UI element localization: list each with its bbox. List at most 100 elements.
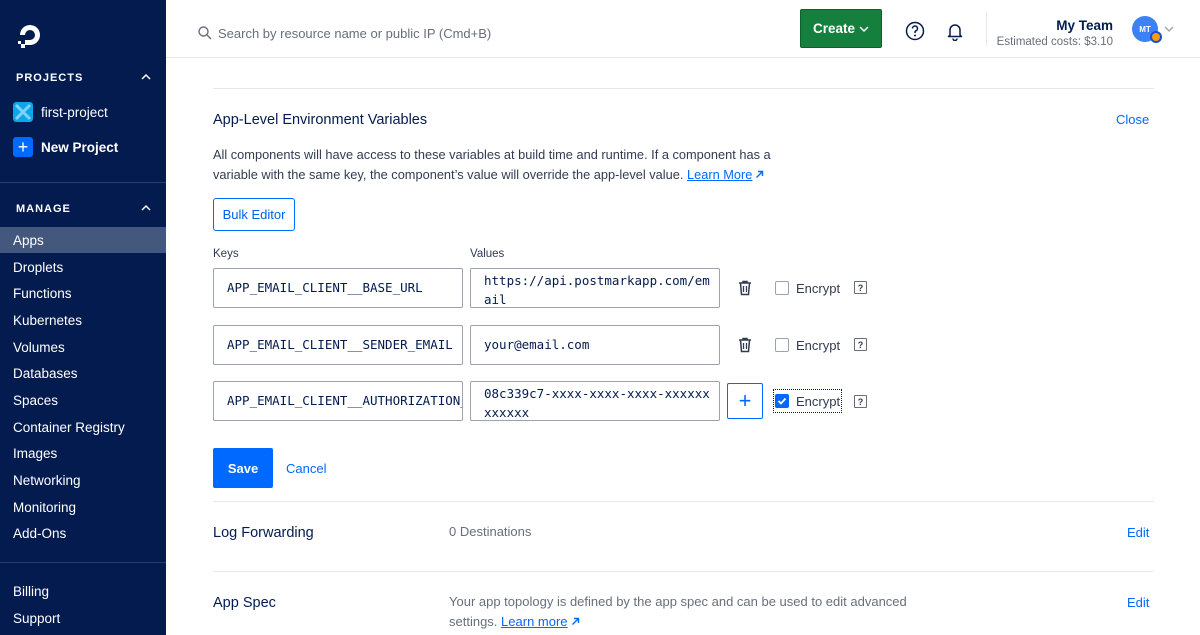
env-section-title: App-Level Environment Variables <box>213 112 428 128</box>
checkbox-box[interactable] <box>775 338 789 352</box>
header-divider <box>986 12 987 46</box>
projects-header: PROJECTS <box>16 72 84 84</box>
estimated-costs: Estimated costs: $3.10 <box>996 36 1113 48</box>
encrypt-checkbox[interactable]: Encrypt <box>775 335 840 355</box>
help-tooltip-icon[interactable]: ? <box>854 395 867 408</box>
new-project-button[interactable]: + New Project <box>13 136 118 158</box>
sidebar-item-label: Volumes <box>13 339 65 355</box>
env-value-input[interactable]: https://api.postmarkapp.com/email <box>470 268 720 308</box>
env-key-input[interactable]: APP_EMAIL_CLIENT__BASE_URL <box>213 268 463 308</box>
log-forwarding-edit-link[interactable]: Edit <box>1127 525 1149 540</box>
env-key-input[interactable]: APP_EMAIL_CLIENT__SENDER_EMAIL <box>213 325 463 365</box>
sidebar-item-images[interactable]: Images <box>0 440 166 466</box>
help-tooltip-icon[interactable]: ? <box>854 338 867 351</box>
external-link-icon <box>571 617 579 625</box>
sidebar-item-label: Apps <box>13 232 44 248</box>
values-label: Values <box>470 248 505 260</box>
digitalocean-logo-icon[interactable] <box>15 20 45 50</box>
search-icon <box>198 26 212 40</box>
sidebar-item-label: Functions <box>13 285 72 301</box>
sidebar-item-label: Billing <box>13 583 50 599</box>
bulk-editor-button[interactable]: Bulk Editor <box>213 198 295 231</box>
sidebar-item-add-ons[interactable]: Add-Ons <box>0 520 166 546</box>
env-value-input[interactable]: your@email.com <box>470 325 720 365</box>
sidebar-item-apps[interactable]: Apps <box>0 227 166 253</box>
create-button-label: Create <box>812 21 856 36</box>
chevron-up-icon[interactable] <box>140 71 152 83</box>
search-input[interactable] <box>218 20 738 46</box>
encrypt-checkbox[interactable]: Encrypt <box>772 389 843 413</box>
sidebar-item-label: Droplets <box>13 259 64 275</box>
log-forwarding-value: 0 Destinations <box>449 524 532 539</box>
keys-label: Keys <box>213 248 239 260</box>
manage-header: MANAGE <box>16 203 71 215</box>
trash-icon[interactable] <box>738 280 752 296</box>
trash-icon[interactable] <box>738 337 752 353</box>
save-button[interactable]: Save <box>213 448 273 488</box>
sidebar-item-label: Spaces <box>13 392 59 408</box>
sidebar-item-volumes[interactable]: Volumes <box>0 334 166 360</box>
section-divider <box>213 88 1154 89</box>
sidebar-item-billing[interactable]: Billing <box>0 578 166 604</box>
project-icon <box>13 102 33 122</box>
create-button[interactable]: Create <box>800 9 882 48</box>
close-link[interactable]: Close <box>1116 112 1149 127</box>
learn-more-label: Learn more <box>501 613 568 629</box>
team-name[interactable]: My Team <box>1056 18 1113 33</box>
sidebar-item-label: New Project <box>41 139 119 155</box>
encrypt-label: Encrypt <box>796 337 841 353</box>
learn-more-link[interactable]: Learn More <box>687 167 752 182</box>
sidebar-item-kubernetes[interactable]: Kubernetes <box>0 307 166 333</box>
learn-more-label: Learn More <box>686 166 753 182</box>
sidebar-divider <box>0 182 166 183</box>
env-key-input[interactable]: APP_EMAIL_CLIENT__AUTHORIZATION_TOKEN <box>213 381 463 421</box>
sidebar-item-networking[interactable]: Networking <box>0 467 166 493</box>
sidebar-item-support[interactable]: Support <box>0 605 166 631</box>
encrypt-checkbox[interactable]: Encrypt <box>775 278 840 298</box>
chevron-down-icon <box>859 25 869 32</box>
app-spec-description: Your app topology is defined by the app … <box>449 592 929 631</box>
sidebar-item-droplets[interactable]: Droplets <box>0 254 166 280</box>
sidebar-item-label: Networking <box>13 472 81 488</box>
checkbox-box[interactable] <box>775 281 789 295</box>
section-divider <box>213 501 1154 502</box>
app-spec-learn-more-link[interactable]: Learn more <box>501 614 567 629</box>
chevron-down-icon[interactable] <box>1164 24 1174 34</box>
help-tooltip-icon[interactable]: ? <box>854 281 867 294</box>
sidebar-item-container-registry[interactable]: Container Registry <box>0 414 166 440</box>
app-spec-edit-link[interactable]: Edit <box>1127 595 1149 610</box>
sidebar: PROJECTS first-project + New Project MAN… <box>0 0 166 635</box>
sidebar-item-label: Databases <box>13 365 78 381</box>
sidebar-item-functions[interactable]: Functions <box>0 280 166 306</box>
encrypt-label: Encrypt <box>796 280 841 296</box>
log-forwarding-label: Log Forwarding <box>213 525 314 541</box>
sidebar-item-spaces[interactable]: Spaces <box>0 387 166 413</box>
top-header: Create My Team Estimated costs: $3.10 MT <box>166 0 1200 58</box>
sidebar-item-label: Images <box>13 445 58 461</box>
sidebar-divider <box>0 562 166 563</box>
cancel-button[interactable]: Cancel <box>286 461 326 476</box>
sidebar-item-label: Add-Ons <box>13 525 67 541</box>
checkmark-icon <box>777 397 787 405</box>
sidebar-item-label: Support <box>13 610 61 626</box>
sidebar-item-label: first-project <box>41 104 108 120</box>
add-variable-button[interactable]: + <box>727 383 763 419</box>
checkbox-box[interactable] <box>775 394 789 408</box>
sidebar-item-label: Monitoring <box>13 499 77 515</box>
bell-icon[interactable] <box>945 21 965 41</box>
app-spec-label: App Spec <box>213 595 276 611</box>
encrypt-label: Encrypt <box>796 393 841 409</box>
sidebar-item-first-project[interactable]: first-project <box>13 101 108 123</box>
sidebar-item-label: Kubernetes <box>13 312 83 328</box>
sidebar-item-monitoring[interactable]: Monitoring <box>0 494 166 520</box>
external-link-icon <box>756 170 764 178</box>
env-value-input[interactable]: 08c339c7-xxxx-xxxx-xxxx-xxxxxxxxxxxx <box>470 381 720 421</box>
help-icon[interactable] <box>905 21 925 41</box>
chevron-up-icon[interactable] <box>140 202 152 214</box>
section-divider <box>213 571 1154 572</box>
avatar-badge-icon <box>1150 31 1162 43</box>
env-description: All components will have access to these… <box>213 145 813 184</box>
plus-icon: + <box>13 137 33 157</box>
sidebar-item-label: Container Registry <box>13 419 125 435</box>
sidebar-item-databases[interactable]: Databases <box>0 360 166 386</box>
